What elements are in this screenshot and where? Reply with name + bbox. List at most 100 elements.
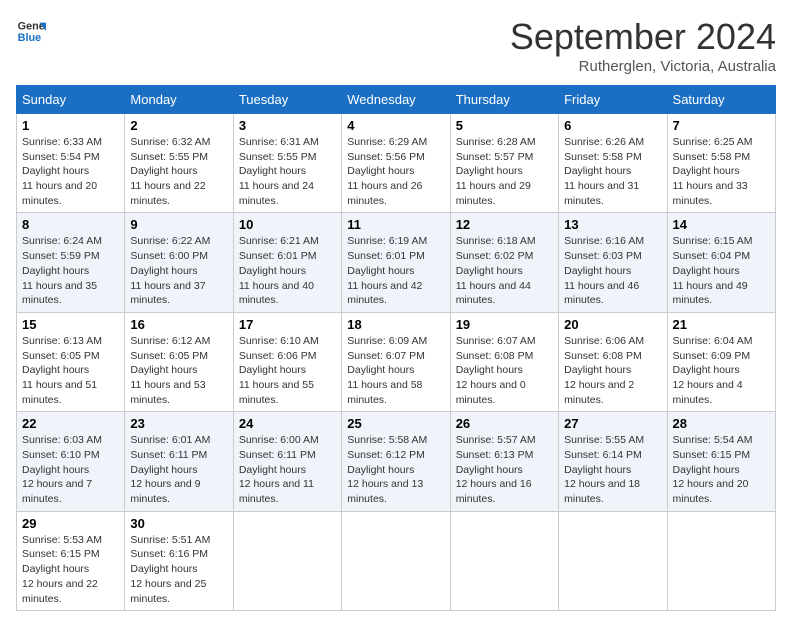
day-info: Sunrise: 6:29 AMSunset: 5:56 PMDaylight … [347,135,444,208]
day-number: 18 [347,317,444,332]
day-info: Sunrise: 6:16 AMSunset: 6:03 PMDaylight … [564,234,661,307]
weekday-header-tuesday: Tuesday [233,86,341,114]
day-number: 20 [564,317,661,332]
calendar-cell: 8 Sunrise: 6:24 AMSunset: 5:59 PMDayligh… [17,213,125,312]
calendar-cell [450,511,558,610]
calendar-cell: 20 Sunrise: 6:06 AMSunset: 6:08 PMDaylig… [559,312,667,411]
calendar-cell: 10 Sunrise: 6:21 AMSunset: 6:01 PMDaylig… [233,213,341,312]
day-number: 26 [456,416,553,431]
day-number: 23 [130,416,227,431]
day-number: 21 [673,317,770,332]
day-info: Sunrise: 5:51 AMSunset: 6:16 PMDaylight … [130,533,227,606]
day-number: 24 [239,416,336,431]
day-number: 3 [239,118,336,133]
calendar-cell: 28 Sunrise: 5:54 AMSunset: 6:15 PMDaylig… [667,412,775,511]
calendar-week-2: 8 Sunrise: 6:24 AMSunset: 5:59 PMDayligh… [17,213,776,312]
day-number: 16 [130,317,227,332]
day-number: 9 [130,217,227,232]
day-number: 2 [130,118,227,133]
calendar-cell: 9 Sunrise: 6:22 AMSunset: 6:00 PMDayligh… [125,213,233,312]
day-number: 28 [673,416,770,431]
calendar-cell: 1 Sunrise: 6:33 AMSunset: 5:54 PMDayligh… [17,114,125,213]
calendar-week-1: 1 Sunrise: 6:33 AMSunset: 5:54 PMDayligh… [17,114,776,213]
calendar-cell: 24 Sunrise: 6:00 AMSunset: 6:11 PMDaylig… [233,412,341,511]
day-number: 11 [347,217,444,232]
calendar-cell: 15 Sunrise: 6:13 AMSunset: 6:05 PMDaylig… [17,312,125,411]
day-info: Sunrise: 6:28 AMSunset: 5:57 PMDaylight … [456,135,553,208]
day-info: Sunrise: 6:32 AMSunset: 5:55 PMDaylight … [130,135,227,208]
calendar-cell: 30 Sunrise: 5:51 AMSunset: 6:16 PMDaylig… [125,511,233,610]
day-info: Sunrise: 6:09 AMSunset: 6:07 PMDaylight … [347,334,444,407]
day-info: Sunrise: 6:10 AMSunset: 6:06 PMDaylight … [239,334,336,407]
day-info: Sunrise: 6:33 AMSunset: 5:54 PMDaylight … [22,135,119,208]
calendar-cell [667,511,775,610]
day-number: 22 [22,416,119,431]
day-number: 5 [456,118,553,133]
calendar-header-row: SundayMondayTuesdayWednesdayThursdayFrid… [17,86,776,114]
day-info: Sunrise: 6:19 AMSunset: 6:01 PMDaylight … [347,234,444,307]
day-number: 27 [564,416,661,431]
calendar-cell: 3 Sunrise: 6:31 AMSunset: 5:55 PMDayligh… [233,114,341,213]
day-number: 17 [239,317,336,332]
day-number: 29 [22,516,119,531]
day-number: 30 [130,516,227,531]
weekday-header-thursday: Thursday [450,86,558,114]
day-number: 1 [22,118,119,133]
weekday-header-friday: Friday [559,86,667,114]
day-info: Sunrise: 5:58 AMSunset: 6:12 PMDaylight … [347,433,444,506]
calendar-cell [233,511,341,610]
month-title: September 2024 [510,16,776,58]
calendar-cell: 19 Sunrise: 6:07 AMSunset: 6:08 PMDaylig… [450,312,558,411]
calendar-cell: 6 Sunrise: 6:26 AMSunset: 5:58 PMDayligh… [559,114,667,213]
calendar-cell: 21 Sunrise: 6:04 AMSunset: 6:09 PMDaylig… [667,312,775,411]
day-info: Sunrise: 5:53 AMSunset: 6:15 PMDaylight … [22,533,119,606]
calendar-cell: 27 Sunrise: 5:55 AMSunset: 6:14 PMDaylig… [559,412,667,511]
day-number: 25 [347,416,444,431]
day-info: Sunrise: 6:25 AMSunset: 5:58 PMDaylight … [673,135,770,208]
calendar-cell: 14 Sunrise: 6:15 AMSunset: 6:04 PMDaylig… [667,213,775,312]
calendar-cell: 11 Sunrise: 6:19 AMSunset: 6:01 PMDaylig… [342,213,450,312]
day-info: Sunrise: 6:18 AMSunset: 6:02 PMDaylight … [456,234,553,307]
day-number: 12 [456,217,553,232]
day-info: Sunrise: 6:07 AMSunset: 6:08 PMDaylight … [456,334,553,407]
svg-text:Blue: Blue [18,32,41,44]
calendar-body: 1 Sunrise: 6:33 AMSunset: 5:54 PMDayligh… [17,114,776,611]
calendar-cell [342,511,450,610]
day-info: Sunrise: 6:06 AMSunset: 6:08 PMDaylight … [564,334,661,407]
day-info: Sunrise: 6:01 AMSunset: 6:11 PMDaylight … [130,433,227,506]
day-info: Sunrise: 6:03 AMSunset: 6:10 PMDaylight … [22,433,119,506]
weekday-header-monday: Monday [125,86,233,114]
day-info: Sunrise: 6:04 AMSunset: 6:09 PMDaylight … [673,334,770,407]
day-info: Sunrise: 6:00 AMSunset: 6:11 PMDaylight … [239,433,336,506]
day-number: 10 [239,217,336,232]
day-info: Sunrise: 5:57 AMSunset: 6:13 PMDaylight … [456,433,553,506]
calendar-cell [559,511,667,610]
calendar-cell: 16 Sunrise: 6:12 AMSunset: 6:05 PMDaylig… [125,312,233,411]
svg-text:General: General [18,20,46,32]
day-info: Sunrise: 6:22 AMSunset: 6:00 PMDaylight … [130,234,227,307]
calendar-cell: 29 Sunrise: 5:53 AMSunset: 6:15 PMDaylig… [17,511,125,610]
calendar-cell: 22 Sunrise: 6:03 AMSunset: 6:10 PMDaylig… [17,412,125,511]
calendar-cell: 18 Sunrise: 6:09 AMSunset: 6:07 PMDaylig… [342,312,450,411]
day-number: 15 [22,317,119,332]
calendar-cell: 2 Sunrise: 6:32 AMSunset: 5:55 PMDayligh… [125,114,233,213]
weekday-header-wednesday: Wednesday [342,86,450,114]
weekday-header-saturday: Saturday [667,86,775,114]
logo: General Blue [16,16,46,46]
calendar-table: SundayMondayTuesdayWednesdayThursdayFrid… [16,85,776,611]
calendar-cell: 25 Sunrise: 5:58 AMSunset: 6:12 PMDaylig… [342,412,450,511]
weekday-header-sunday: Sunday [17,86,125,114]
calendar-week-4: 22 Sunrise: 6:03 AMSunset: 6:10 PMDaylig… [17,412,776,511]
day-info: Sunrise: 6:21 AMSunset: 6:01 PMDaylight … [239,234,336,307]
calendar-cell: 7 Sunrise: 6:25 AMSunset: 5:58 PMDayligh… [667,114,775,213]
calendar-cell: 17 Sunrise: 6:10 AMSunset: 6:06 PMDaylig… [233,312,341,411]
calendar-cell: 13 Sunrise: 6:16 AMSunset: 6:03 PMDaylig… [559,213,667,312]
calendar-cell: 23 Sunrise: 6:01 AMSunset: 6:11 PMDaylig… [125,412,233,511]
page-header: General Blue September 2024 Rutherglen, … [16,16,776,75]
calendar-cell: 4 Sunrise: 6:29 AMSunset: 5:56 PMDayligh… [342,114,450,213]
logo-icon: General Blue [16,16,46,46]
day-info: Sunrise: 6:13 AMSunset: 6:05 PMDaylight … [22,334,119,407]
calendar-week-3: 15 Sunrise: 6:13 AMSunset: 6:05 PMDaylig… [17,312,776,411]
day-info: Sunrise: 6:12 AMSunset: 6:05 PMDaylight … [130,334,227,407]
day-info: Sunrise: 5:55 AMSunset: 6:14 PMDaylight … [564,433,661,506]
